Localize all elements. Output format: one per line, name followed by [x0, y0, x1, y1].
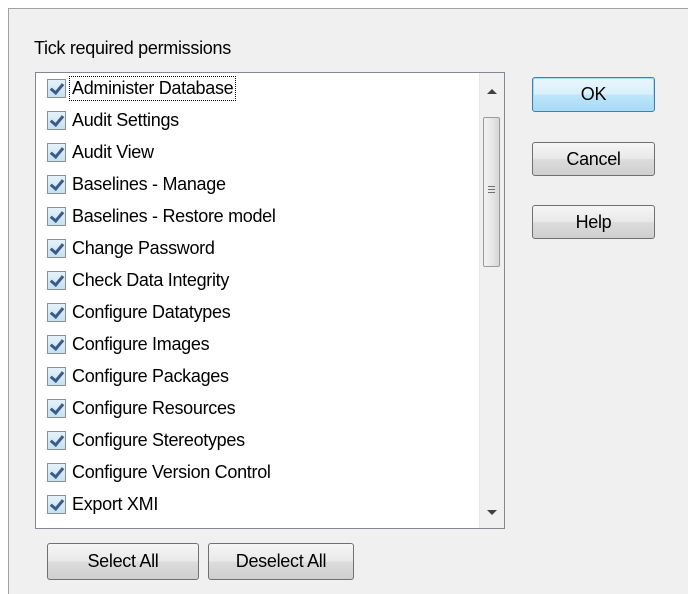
list-item[interactable]: Check Data Integrity — [36, 265, 476, 296]
list-item[interactable]: Configure Images — [36, 329, 476, 360]
checkbox[interactable] — [47, 399, 66, 418]
permission-label: Configure Images — [72, 334, 210, 354]
checkbox[interactable] — [47, 207, 66, 226]
vertical-scrollbar[interactable] — [479, 73, 504, 528]
checkbox[interactable] — [47, 431, 66, 450]
permission-label: Configure Stereotypes — [72, 430, 245, 450]
list-item[interactable]: Audit Settings — [36, 105, 476, 136]
permissions-list[interactable]: Administer Database Audit Settings Audit… — [35, 72, 505, 529]
checkbox[interactable] — [47, 111, 66, 130]
permission-label: Audit View — [72, 142, 154, 162]
permission-label: Export XMI — [72, 494, 159, 514]
list-item[interactable]: Configure Resources — [36, 393, 476, 424]
list-item[interactable]: Configure Packages — [36, 361, 476, 392]
permission-label: Check Data Integrity — [72, 270, 230, 290]
list-item[interactable]: Configure Datatypes — [36, 297, 476, 328]
deselect-all-button[interactable]: Deselect All — [208, 543, 354, 580]
checkbox[interactable] — [47, 335, 66, 354]
permission-label: Configure Version Control — [72, 462, 271, 482]
checkbox[interactable] — [47, 303, 66, 322]
checkbox[interactable] — [47, 367, 66, 386]
checkbox[interactable] — [47, 495, 66, 514]
list-item[interactable]: Administer Database — [36, 73, 474, 104]
permission-label: Change Password — [72, 238, 215, 258]
checkbox[interactable] — [47, 239, 66, 258]
checkbox[interactable] — [47, 175, 66, 194]
permission-label: Baselines - Manage — [72, 174, 226, 194]
permission-label: Baselines - Restore model — [72, 206, 276, 226]
scroll-thumb[interactable] — [483, 117, 500, 267]
list-item[interactable]: Configure Stereotypes — [36, 425, 476, 456]
ok-button[interactable]: OK — [532, 77, 655, 112]
list-item[interactable]: Baselines - Restore model — [36, 201, 476, 232]
list-item[interactable]: Change Password — [36, 233, 476, 264]
permission-label: Configure Resources — [72, 398, 236, 418]
checkbox[interactable] — [47, 271, 66, 290]
permission-label: Configure Datatypes — [72, 302, 231, 322]
checkbox[interactable] — [47, 143, 66, 162]
permissions-dialog: Tick required permissions Administer Dat… — [8, 8, 688, 594]
scroll-up-arrow-icon[interactable] — [480, 79, 504, 103]
permission-label: Administer Database — [68, 76, 237, 101]
list-item[interactable]: Audit View — [36, 137, 476, 168]
help-button[interactable]: Help — [532, 205, 655, 239]
list-item[interactable]: Export XMI — [36, 489, 476, 520]
checkbox[interactable] — [47, 463, 66, 482]
scroll-down-arrow-icon[interactable] — [480, 500, 504, 524]
checkbox[interactable] — [47, 79, 66, 98]
list-item[interactable]: Configure Version Control — [36, 457, 476, 488]
list-item[interactable]: Baselines - Manage — [36, 169, 476, 200]
permission-label: Audit Settings — [72, 110, 179, 130]
instruction-label: Tick required permissions — [34, 38, 231, 58]
permission-label: Configure Packages — [72, 366, 229, 386]
cancel-button[interactable]: Cancel — [532, 142, 655, 176]
select-all-button[interactable]: Select All — [47, 543, 199, 580]
